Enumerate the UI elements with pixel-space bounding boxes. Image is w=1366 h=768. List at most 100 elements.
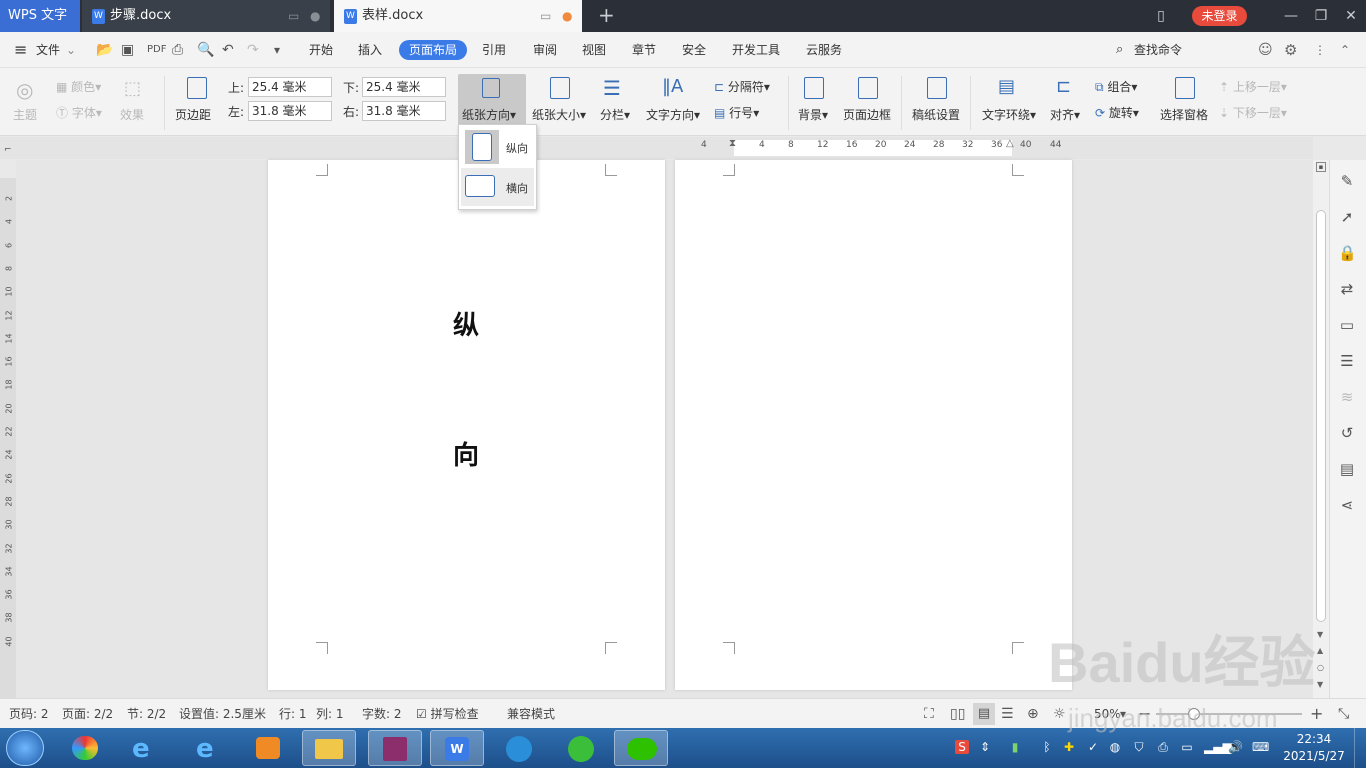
format-icon[interactable]: ≋ (1338, 388, 1356, 406)
spell-check-button[interactable]: ☑ 拼写检查 (416, 699, 479, 729)
rotate-button[interactable]: ⟳ 旋转▾ (1095, 104, 1139, 121)
new-tab-button[interactable]: + (598, 0, 615, 30)
monitor-icon[interactable]: ▭ (288, 0, 299, 32)
printer-icon[interactable]: ⎙ (1156, 740, 1170, 754)
horizontal-ruler[interactable] (0, 137, 1313, 159)
add-icon[interactable]: ✚ (1062, 740, 1076, 754)
prev-page-icon[interactable]: ▲ (1317, 646, 1323, 655)
text-direction-button[interactable]: 文字方向▾ (646, 106, 700, 123)
menu-review[interactable]: 审阅 (533, 32, 557, 68)
taskbar-explorer[interactable] (302, 730, 356, 766)
document-text-char[interactable]: 向 (453, 435, 479, 472)
security-shield-icon[interactable]: ⛉ (1132, 740, 1146, 754)
send-backward-button[interactable]: ⇣ 下移一层▾ (1219, 104, 1287, 121)
history-icon[interactable]: ↺ (1338, 424, 1356, 442)
paper-size-button[interactable]: 纸张大小▾ (532, 106, 586, 123)
close-button[interactable]: ✕ (1336, 0, 1366, 32)
layout-icon[interactable]: ▯ (1146, 0, 1176, 32)
menu-cloud[interactable]: 云服务 (806, 32, 842, 68)
columns-button[interactable]: 分栏▾ (600, 106, 630, 123)
tab-dot-icon[interactable]: ● (310, 0, 320, 32)
keyboard-icon[interactable]: ⌨ (1252, 740, 1269, 754)
status-word-count[interactable]: 字数: 2 (362, 699, 402, 729)
clock-time[interactable]: 22:34 (1282, 732, 1346, 746)
taskbar-edge[interactable] (492, 730, 546, 766)
right-indent-marker-icon[interactable]: △ (1006, 138, 1014, 149)
search-command[interactable]: 查找命令 (1134, 32, 1182, 68)
minimize-button[interactable]: — (1276, 0, 1306, 32)
page-2[interactable] (675, 160, 1072, 690)
monitor-icon[interactable]: ▭ (540, 0, 551, 32)
chevron-down-icon[interactable]: ⌄ (66, 32, 76, 68)
pdf-icon[interactable]: PDF (147, 32, 166, 68)
taskbar-ie-2[interactable]: e (182, 730, 236, 766)
scroll-thumb[interactable] (1316, 210, 1326, 622)
document-tab-sample[interactable]: W 表样.docx ▭ ● (334, 0, 582, 32)
save-icon[interactable]: ▣ (121, 32, 134, 68)
tray-arrow-icon[interactable]: ⇕ (978, 740, 992, 754)
start-button[interactable] (6, 730, 44, 766)
more-icon[interactable]: ⋮ (1314, 32, 1326, 68)
settings-gear-icon[interactable]: ⚙ (1284, 32, 1297, 68)
shield-check-icon[interactable]: ✓ (1086, 740, 1100, 754)
select-pane-button[interactable]: 选择窗格 (1160, 106, 1208, 123)
network-icon[interactable]: ▂▄▆ (1204, 740, 1232, 754)
open-icon[interactable]: 📂 (96, 32, 113, 68)
file-menu[interactable]: 文件 (36, 32, 60, 68)
page-margin-button[interactable]: 页边距 (175, 106, 211, 123)
unsaved-dot-icon[interactable]: ● (562, 0, 572, 32)
page-border-button[interactable]: 页面边框 (843, 106, 891, 123)
bottom-margin-input[interactable]: 25.4 毫米 (362, 77, 446, 97)
menu-chapter[interactable]: 章节 (632, 32, 656, 68)
orientation-button[interactable]: 纸张方向▾ (458, 74, 526, 130)
feedback-icon[interactable]: ☺ (1258, 32, 1273, 68)
reading-mode-icon[interactable]: ▯▯ (950, 699, 965, 729)
bluetooth-icon[interactable]: ᛒ (1040, 740, 1054, 754)
list-icon[interactable]: ☰ (1338, 352, 1356, 370)
redo-icon[interactable]: ↷ (247, 32, 259, 68)
volume-icon[interactable]: 🔊 (1228, 740, 1243, 754)
status-col[interactable]: 列: 1 (316, 699, 344, 729)
menu-insert[interactable]: 插入 (358, 32, 382, 68)
battery-icon[interactable]: ▮ (1008, 740, 1022, 754)
archive-icon[interactable]: ▭ (1338, 316, 1356, 334)
top-margin-input[interactable]: 25.4 毫米 (248, 77, 332, 97)
separator-button[interactable]: ⊏ 分隔符▾ (714, 78, 770, 95)
edit-pen-icon[interactable]: ✎ (1338, 172, 1356, 190)
web-view-icon[interactable]: ⊕ (1027, 699, 1039, 729)
status-pages[interactable]: 页面: 2/2 (62, 699, 113, 729)
menu-developer[interactable]: 开发工具 (732, 32, 780, 68)
search-icon[interactable]: ⌕ (1116, 32, 1123, 68)
wechat-tray-icon[interactable]: ◍ (1108, 740, 1122, 754)
font-button[interactable]: Ⓣ 字体▾ (56, 104, 102, 121)
print-preview-icon[interactable]: 🔍 (197, 32, 214, 68)
document-text-char[interactable]: 纵 (453, 305, 479, 342)
select-cursor-icon[interactable]: ➚ (1338, 208, 1356, 226)
page-view-icon[interactable]: ▤ (973, 703, 995, 725)
eye-protection-icon[interactable]: ☼ (1053, 699, 1066, 729)
text-wrap-button[interactable]: 文字环绕▾ (982, 106, 1036, 123)
status-row[interactable]: 行: 1 (279, 699, 307, 729)
show-desktop-button[interactable] (1354, 728, 1366, 768)
status-bar-more-icon[interactable]: ⤡ (1338, 699, 1349, 729)
clock-date[interactable]: 2021/5/27 (1280, 749, 1348, 763)
color-button[interactable]: ▦ 颜色▾ (56, 78, 101, 95)
right-margin-input[interactable]: 31.8 毫米 (362, 101, 446, 121)
fullscreen-icon[interactable]: ⛶ (924, 699, 934, 729)
translate-icon[interactable]: ⇄ (1338, 280, 1356, 298)
landscape-option[interactable]: 横向 (461, 168, 534, 206)
taskbar-ie-1[interactable]: e (118, 730, 172, 766)
status-section[interactable]: 节: 2/2 (127, 699, 166, 729)
select-browse-icon[interactable]: ○ (1317, 663, 1324, 672)
app-title[interactable]: WPS 文字 (0, 0, 80, 32)
tab-stop-icon[interactable]: ⌐ (4, 145, 12, 155)
taskbar-wechat[interactable] (614, 730, 668, 766)
scroll-down-arrow-icon[interactable]: ▼ (1317, 630, 1323, 639)
portrait-option[interactable]: 纵向 (461, 128, 534, 166)
document-tab-steps[interactable]: W 步骤.docx ▭ ● (82, 0, 330, 32)
line-number-button[interactable]: ▤ 行号▾ (714, 104, 759, 121)
next-page-icon[interactable]: ▼ (1317, 680, 1323, 689)
menu-view[interactable]: 视图 (582, 32, 606, 68)
theme-button[interactable]: 主题 (13, 106, 37, 123)
status-page[interactable]: 页码: 2 (9, 699, 49, 729)
